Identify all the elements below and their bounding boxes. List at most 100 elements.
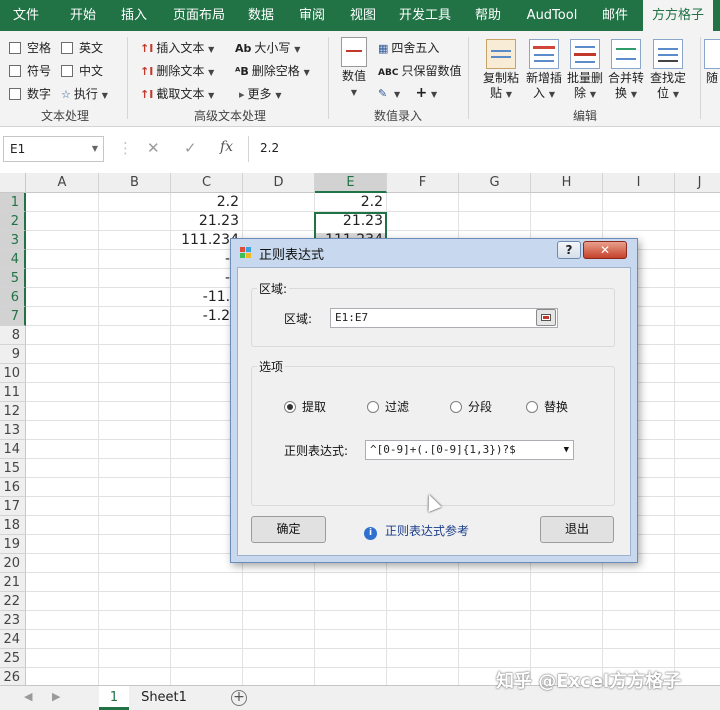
column-header-b[interactable]: B [99,173,171,193]
close-button[interactable]: ✕ [583,241,627,259]
row-header-3[interactable]: 3 [0,231,26,250]
formula-input[interactable]: 2.2 [248,136,720,162]
tab-view[interactable]: 视图 [340,0,386,31]
case-button[interactable]: Ab 大小写 ▼ [235,39,300,56]
chevron-down-icon[interactable]: ▼ [564,441,569,459]
tab-review[interactable]: 审阅 [289,0,335,31]
row-header-15[interactable]: 15 [0,459,26,478]
row-header-8[interactable]: 8 [0,326,26,345]
row-header-14[interactable]: 14 [0,440,26,459]
batch-delete-button[interactable]: 批量删 除 ▼ [563,39,607,102]
cell-c2[interactable]: 21.23 [171,212,243,231]
cell-e1[interactable]: 2.2 [315,193,387,212]
row-header-19[interactable]: 19 [0,535,26,554]
row-header-1[interactable]: 1 [0,193,26,212]
cut-text-button[interactable]: ↑I 截取文本 ▼ [140,85,214,102]
exit-button[interactable]: 退出 [540,516,614,543]
ok-button[interactable]: 确定 [251,516,326,543]
row-header-26[interactable]: 26 [0,668,26,685]
fx-icon[interactable]: fx [220,139,233,155]
radio-extract[interactable]: 提取 [284,398,326,415]
sheet-tab-1[interactable]: 1 [99,686,129,710]
row-header-5[interactable]: 5 [0,269,26,288]
cancel-icon[interactable]: ✕ [147,139,160,157]
range-picker-icon[interactable] [536,309,556,326]
row-header-22[interactable]: 22 [0,592,26,611]
tab-help[interactable]: 帮助 [465,0,511,31]
random-button[interactable]: 随 [704,39,720,86]
name-box[interactable]: E1 ▼ [3,136,104,162]
tab-developer[interactable]: 开发工具 [392,0,458,31]
insert-new-button[interactable]: 新增插 入 ▼ [522,39,566,102]
row-header-6[interactable]: 6 [0,288,26,307]
row-header-20[interactable]: 20 [0,554,26,573]
row-header-2[interactable]: 2 [0,212,26,231]
column-header-e[interactable]: E [315,173,387,193]
delete-space-button[interactable]: ᴬB 删除空格 ▼ [235,62,310,79]
help-button[interactable]: ? [557,241,581,259]
tab-fangfang[interactable]: 方方格子 [643,0,713,31]
check-number[interactable]: 数字 [9,85,51,102]
keep-number-button[interactable]: ABC 只保留数值 [378,62,461,79]
delete-text-button[interactable]: ↑I 删除文本 ▼ [140,62,214,79]
column-header-g[interactable]: G [459,173,531,193]
insert-text-button[interactable]: ↑I 插入文本 ▼ [140,39,214,56]
tab-file[interactable]: 文件 [0,0,52,31]
next-sheet-icon[interactable]: ▶ [52,690,60,703]
prev-sheet-icon[interactable]: ◀ [24,690,32,703]
radio-filter[interactable]: 过滤 [367,398,409,415]
radio-replace[interactable]: 替换 [526,398,568,415]
dialog-titlebar[interactable]: 正则表达式 ? ✕ [231,239,637,265]
row-header-7[interactable]: 7 [0,307,26,326]
execute-button[interactable]: ☆ 执行 ▼ [61,85,108,102]
tab-audtool[interactable]: AudTool [517,0,587,31]
enter-icon[interactable]: ✓ [184,139,197,157]
row-header-11[interactable]: 11 [0,383,26,402]
merge-convert-button[interactable]: 合并转 换 ▼ [604,39,648,102]
cell-c1[interactable]: 2.2 [171,193,243,212]
row-header-16[interactable]: 16 [0,478,26,497]
row-header-17[interactable]: 17 [0,497,26,516]
regex-combobox[interactable]: ^[0-9]+(.[0-9]{1,3})?$ ▼ [365,440,574,460]
check-symbol[interactable]: 符号 [9,62,51,79]
row-header-23[interactable]: 23 [0,611,26,630]
radio-split[interactable]: 分段 [450,398,492,415]
find-locate-button[interactable]: 查找定 位 ▼ [646,39,690,102]
regex-reference-link[interactable]: i 正则表达式参考 [364,522,469,540]
number-edit-button[interactable]: ✎ ▼ + ▼ [378,85,437,101]
check-space[interactable]: 空格 [9,39,51,56]
row-header-12[interactable]: 12 [0,402,26,421]
tab-page-layout[interactable]: 页面布局 [163,0,235,31]
round-button[interactable]: ▦ 四舍五入 [378,39,439,56]
row-header-9[interactable]: 9 [0,345,26,364]
column-header-a[interactable]: A [26,173,99,193]
tab-insert[interactable]: 插入 [111,0,157,31]
more-button[interactable]: ▸ 更多 ▼ [239,85,282,102]
sheet-tab-sheet1[interactable]: Sheet1 [131,686,197,710]
tab-mail[interactable]: 邮件 [593,0,637,31]
column-header-c[interactable]: C [171,173,243,193]
column-header-j[interactable]: J [675,173,720,193]
row-header-18[interactable]: 18 [0,516,26,535]
number-button[interactable]: 数值 ▼ [336,37,372,100]
row-header-21[interactable]: 21 [0,573,26,592]
check-chinese[interactable]: 中文 [61,62,103,79]
range-input[interactable]: E1:E7 [330,308,558,328]
row-header-24[interactable]: 24 [0,630,26,649]
column-header-f[interactable]: F [387,173,459,193]
column-header-h[interactable]: H [531,173,603,193]
column-header-d[interactable]: D [243,173,315,193]
add-sheet-icon[interactable]: + [231,690,247,706]
check-english[interactable]: 英文 [61,39,103,56]
tab-data[interactable]: 数据 [238,0,284,31]
check-symbol-label: 符号 [27,64,52,78]
cell-e2[interactable]: 21.23 [315,212,387,231]
row-header-10[interactable]: 10 [0,364,26,383]
row-header-25[interactable]: 25 [0,649,26,668]
tab-home[interactable]: 开始 [55,0,111,31]
row-header-4[interactable]: 4 [0,250,26,269]
row-header-13[interactable]: 13 [0,421,26,440]
copy-paste-button[interactable]: 复制粘 贴 ▼ [479,39,523,102]
column-header-i[interactable]: I [603,173,675,193]
select-all-corner[interactable] [0,173,26,193]
